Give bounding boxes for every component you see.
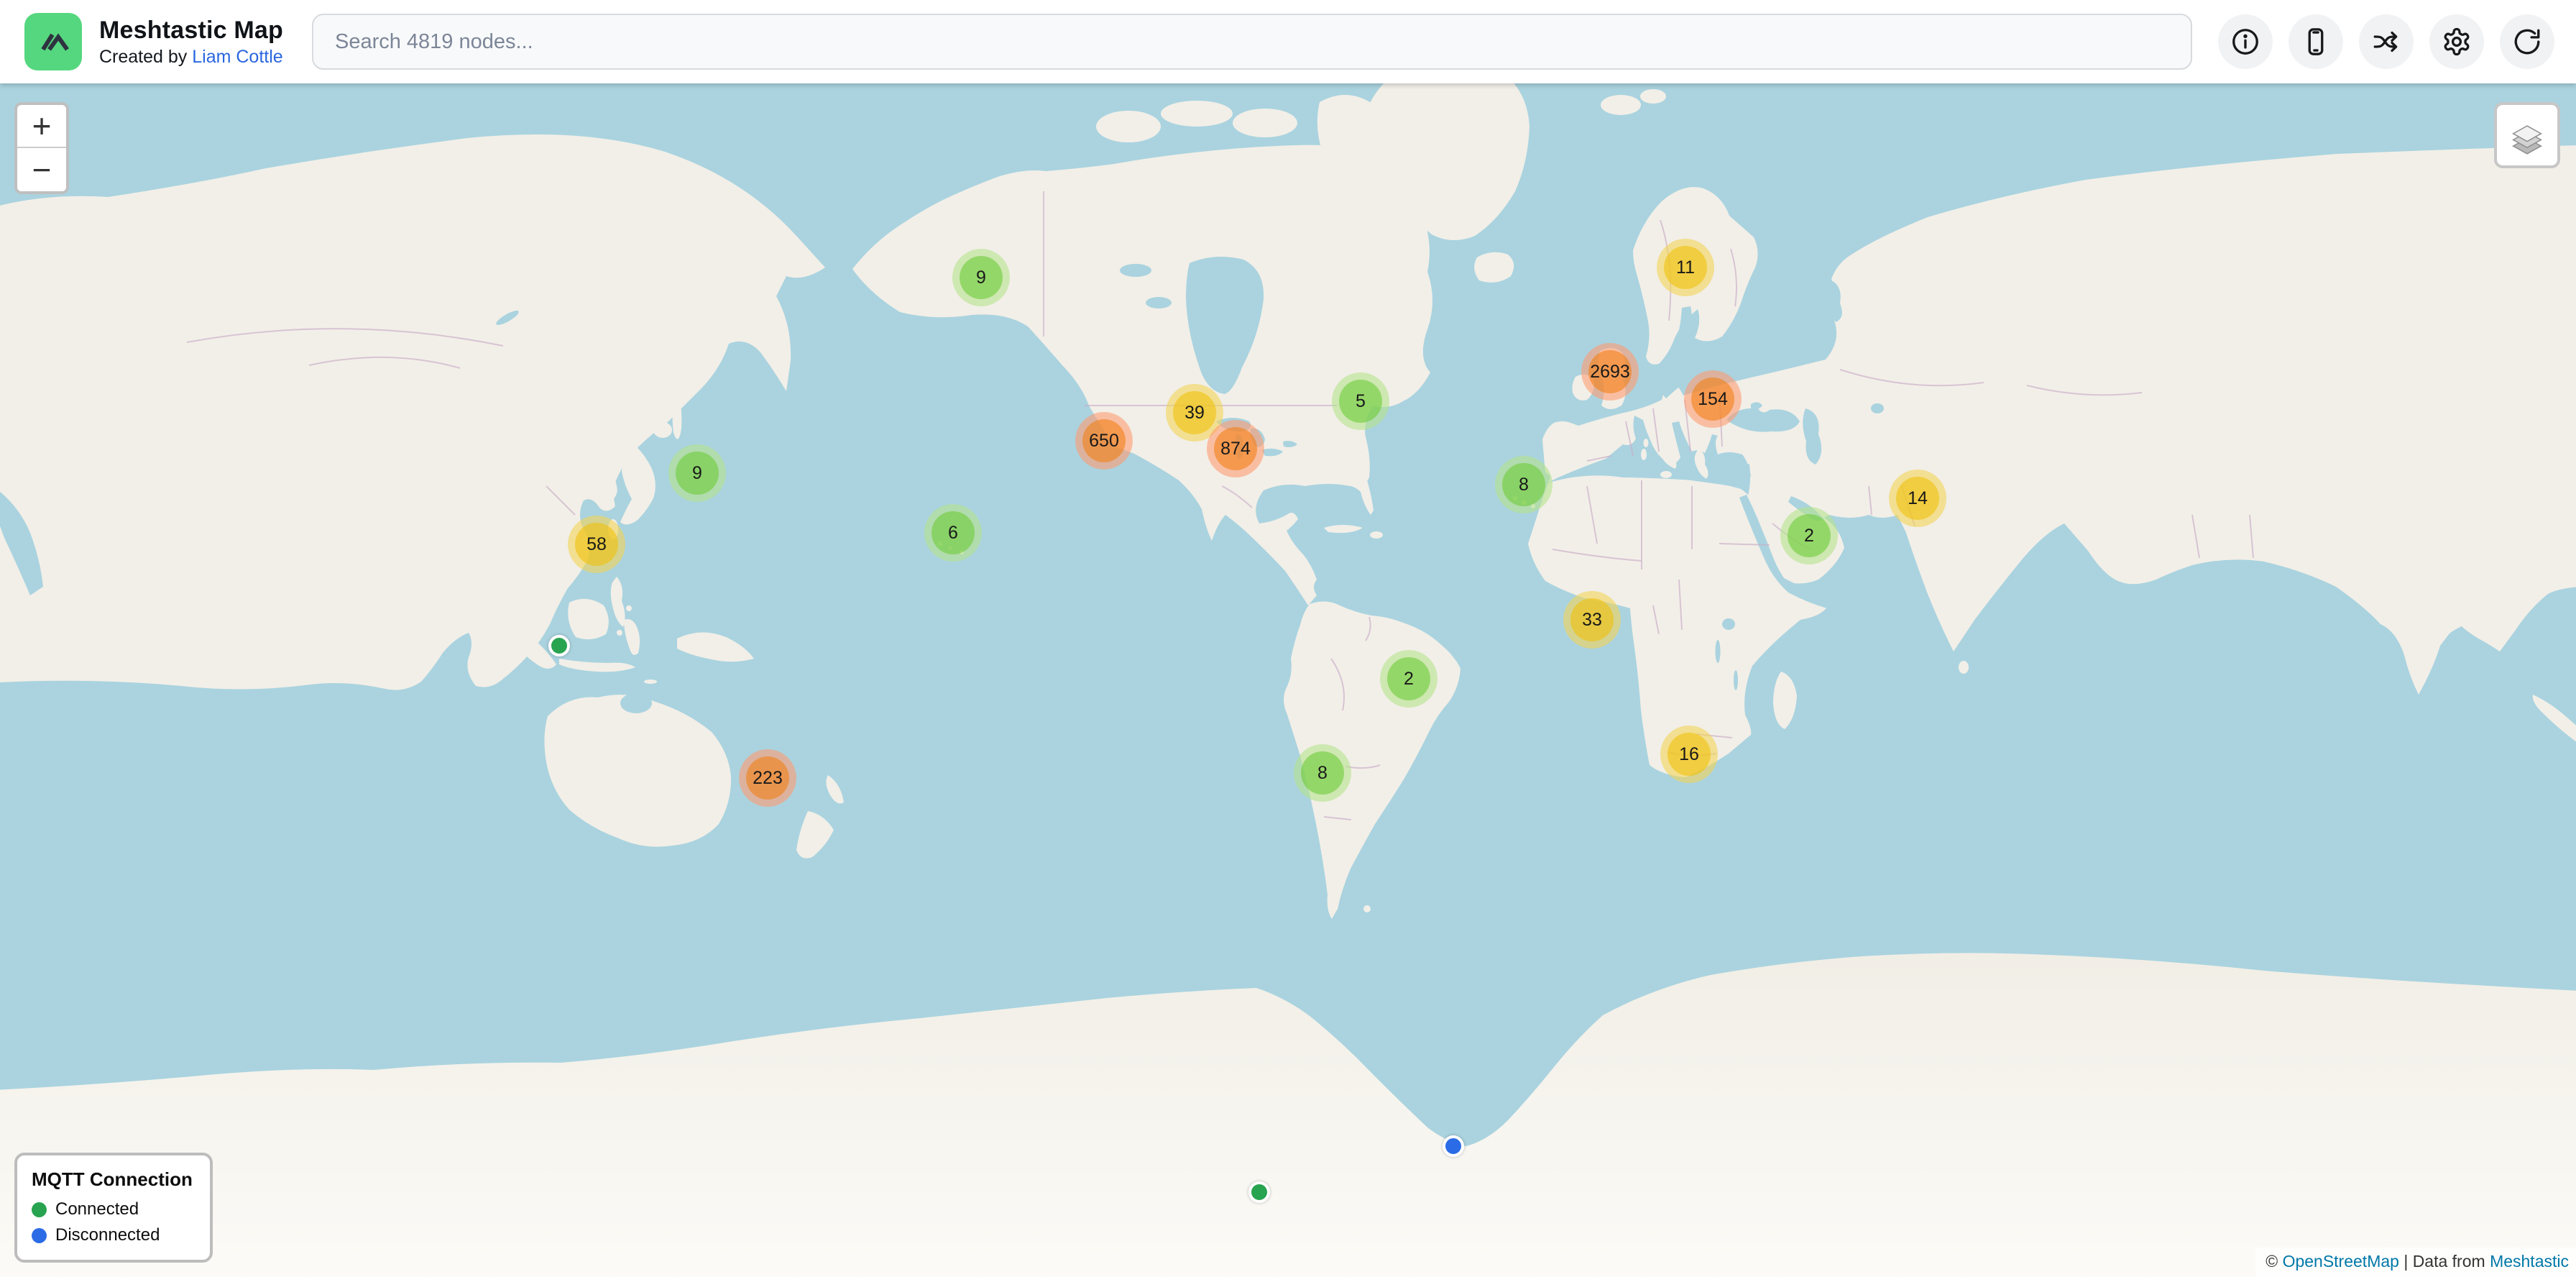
info-icon [2230,27,2260,57]
random-node-button[interactable] [2359,14,2414,69]
stacked-layers-icon [2507,115,2547,155]
cluster-marker[interactable]: 16 [1660,726,1718,783]
meshtastic-logo-icon [24,13,82,70]
openstreetmap-link[interactable]: OpenStreetMap [2283,1252,2399,1271]
gear-icon [2442,27,2472,57]
cluster-marker[interactable]: 2 [1380,650,1438,708]
info-button[interactable] [2218,14,2273,69]
cluster-marker[interactable]: 11 [1657,239,1714,296]
refresh-icon [2512,27,2542,57]
node-marker-connected[interactable] [548,635,570,656]
top-header: Meshtastic Map Created by Liam Cottle [0,0,2576,83]
disconnected-dot-icon [32,1228,47,1243]
map-tiles [0,83,2576,1277]
cluster-marker[interactable]: 2 [1780,507,1838,564]
meshtastic-link[interactable]: Meshtastic [2490,1252,2569,1271]
cluster-marker[interactable]: 6 [924,504,982,562]
legend-label: Disconnected [55,1225,160,1245]
author-link[interactable]: Liam Cottle [192,47,282,67]
cluster-marker[interactable]: 58 [568,516,625,573]
byline: Created by Liam Cottle [99,47,283,67]
legend-item-connected: Connected [32,1199,193,1219]
cluster-marker[interactable]: 8 [1495,456,1552,513]
zoom-control: + − [14,102,69,194]
node-marker-disconnected[interactable] [1443,1135,1464,1157]
mqtt-connection-legend: MQTT Connection Connected Disconnected [14,1153,213,1263]
node-marker-connected[interactable] [1248,1181,1270,1203]
cluster-marker[interactable]: 874 [1207,420,1264,477]
map-attribution: © OpenStreetMap | Data from Meshtastic [2255,1248,2576,1277]
connected-dot-icon [32,1202,47,1217]
cluster-marker[interactable]: 9 [952,249,1010,306]
zoom-out-button[interactable]: − [17,148,66,191]
shuffle-icon [2371,27,2401,57]
search-container [312,14,2192,70]
mobile-device-icon [2301,27,2331,57]
refresh-button[interactable] [2500,14,2554,69]
world-map[interactable]: + − 939650874569582232811269315482331614… [0,83,2576,1277]
cluster-marker[interactable]: 2693 [1581,343,1639,401]
layers-button[interactable] [2494,102,2560,168]
cluster-marker[interactable]: 5 [1332,372,1389,430]
cluster-marker[interactable]: 9 [668,444,726,502]
zoom-in-button[interactable]: + [17,105,66,148]
header-actions [2218,14,2554,69]
title-block: Meshtastic Map Created by Liam Cottle [99,17,283,67]
settings-button[interactable] [2429,14,2484,69]
legend-title: MQTT Connection [32,1168,193,1191]
cluster-marker[interactable]: 223 [739,749,796,807]
byline-prefix: Created by [99,47,192,67]
search-input[interactable] [312,14,2192,70]
attribution-prefix: © [2266,1252,2282,1271]
page-title: Meshtastic Map [99,17,283,44]
cluster-marker[interactable]: 8 [1294,744,1351,802]
cluster-marker[interactable]: 650 [1075,412,1133,470]
legend-item-disconnected: Disconnected [32,1225,193,1245]
cluster-marker[interactable]: 154 [1684,370,1742,428]
mobile-app-button[interactable] [2288,14,2343,69]
cluster-marker[interactable]: 33 [1563,591,1621,649]
attribution-middle: | Data from [2399,1252,2490,1271]
legend-label: Connected [55,1199,139,1219]
cluster-marker[interactable]: 14 [1889,470,1946,527]
